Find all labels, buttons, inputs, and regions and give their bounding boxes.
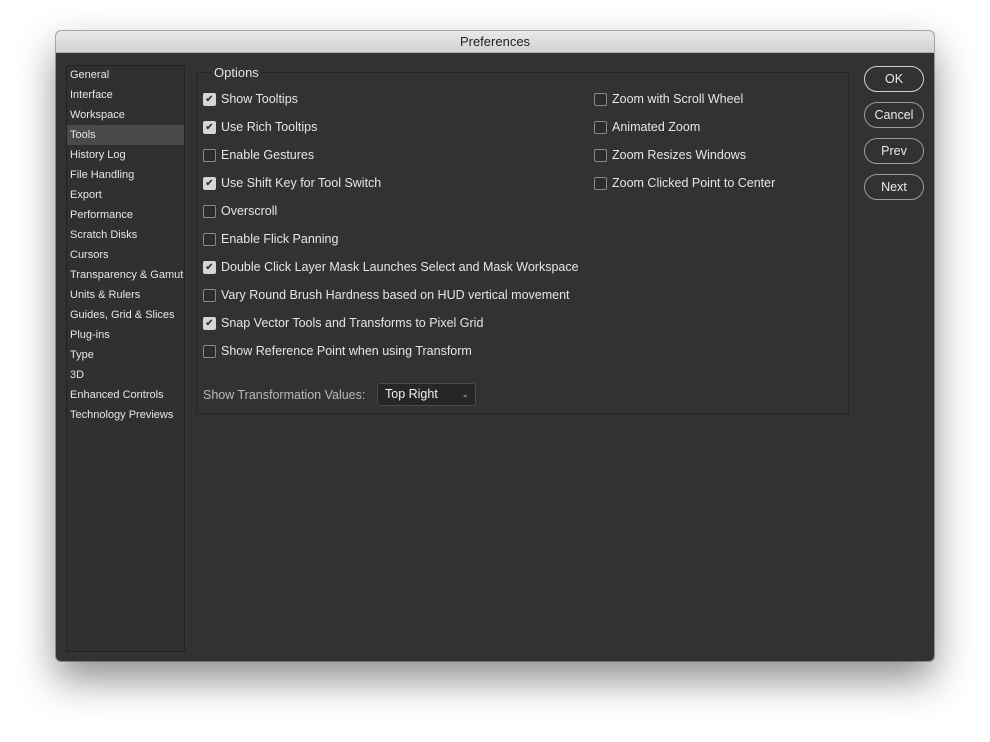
transformation-values-select[interactable]: Top Right ⌄	[377, 383, 476, 406]
select-value: Top Right	[385, 387, 438, 401]
ok-button[interactable]: OK	[864, 66, 924, 92]
checkbox-enable-gestures[interactable]: Enable Gestures	[203, 147, 314, 163]
checkbox-use-shift-key-for-tool-switch[interactable]: ✔ Use Shift Key for Tool Switch	[203, 175, 381, 191]
checkbox-box[interactable]	[594, 176, 607, 190]
checkbox-label: Use Shift Key for Tool Switch	[221, 176, 382, 190]
checkbox-label: Enable Gestures	[221, 148, 315, 162]
checkbox-animated-zoom[interactable]: Animated Zoom	[594, 119, 700, 135]
checkbox-label: Enable Flick Panning	[221, 232, 339, 246]
checkbox-label: Animated Zoom	[612, 120, 701, 134]
sidebar-item-cursors[interactable]: Cursors	[67, 245, 184, 265]
checkbox-label: Use Rich Tooltips	[221, 120, 318, 134]
checkbox-snap-vector-tools-and-transforms-to-pixel-grid[interactable]: ✔ Snap Vector Tools and Transforms to Pix…	[203, 315, 483, 331]
sidebar-item-history-log[interactable]: History Log	[67, 145, 184, 165]
sidebar-item-performance[interactable]: Performance	[67, 205, 184, 225]
sidebar-item-enhanced-controls[interactable]: Enhanced Controls	[67, 385, 184, 405]
checkbox-box[interactable]	[203, 232, 216, 246]
sidebar-item-file-handling[interactable]: File Handling	[67, 165, 184, 185]
sidebar-item-plug-ins[interactable]: Plug-ins	[67, 325, 184, 345]
sidebar-item-tools[interactable]: Tools	[67, 125, 184, 145]
checkmark-icon[interactable]: ✔	[203, 120, 216, 134]
checkbox-label: Zoom Clicked Point to Center	[612, 176, 776, 190]
checkbox-show-reference-point-when-using-transform[interactable]: Show Reference Point when using Transfor…	[203, 343, 472, 359]
checkmark-icon[interactable]: ✔	[203, 92, 216, 106]
checkbox-label: Zoom Resizes Windows	[612, 148, 747, 162]
next-button[interactable]: Next	[864, 174, 924, 200]
checkbox-box[interactable]	[203, 148, 216, 162]
checkbox-overscroll[interactable]: Overscroll	[203, 203, 277, 219]
checkbox-box[interactable]	[594, 148, 607, 162]
checkbox-box[interactable]	[594, 92, 607, 106]
checkbox-label: Show Tooltips	[221, 92, 298, 106]
checkbox-show-tooltips[interactable]: ✔ Show Tooltips	[203, 91, 298, 107]
window-title: Preferences	[56, 31, 934, 53]
sidebar-item-3d[interactable]: 3D	[67, 365, 184, 385]
checkbox-box[interactable]	[203, 204, 216, 218]
prev-button[interactable]: Prev	[864, 138, 924, 164]
checkbox-zoom-clicked-point-to-center[interactable]: Zoom Clicked Point to Center	[594, 175, 775, 191]
checkbox-box[interactable]	[203, 288, 216, 302]
checkbox-zoom-with-scroll-wheel[interactable]: Zoom with Scroll Wheel	[594, 91, 743, 107]
checkbox-box[interactable]	[594, 120, 607, 134]
checkbox-label: Snap Vector Tools and Transforms to Pixe…	[221, 316, 484, 330]
checkmark-icon[interactable]: ✔	[203, 316, 216, 330]
sidebar-item-general[interactable]: General	[67, 65, 184, 85]
checkbox-label: Zoom with Scroll Wheel	[612, 92, 744, 106]
checkmark-icon[interactable]: ✔	[203, 176, 216, 190]
checkbox-double-click-layer-mask-launches-select-and-mask-workspace[interactable]: ✔ Double Click Layer Mask Launches Select…	[203, 259, 579, 275]
sidebar-item-transparency-gamut[interactable]: Transparency & Gamut	[67, 265, 184, 285]
sidebar-item-units-rulers[interactable]: Units & Rulers	[67, 285, 184, 305]
sidebar-item-scratch-disks[interactable]: Scratch Disks	[67, 225, 184, 245]
chevron-down-icon: ⌄	[461, 389, 469, 399]
cancel-button[interactable]: Cancel	[864, 102, 924, 128]
sidebar-item-technology-previews[interactable]: Technology Previews	[67, 405, 184, 425]
checkmark-icon[interactable]: ✔	[203, 260, 216, 274]
checkbox-box[interactable]	[203, 344, 216, 358]
sidebar-item-workspace[interactable]: Workspace	[67, 105, 184, 125]
options-group: Options Show Transformation Values: Top …	[196, 65, 849, 414]
checkbox-label: Double Click Layer Mask Launches Select …	[221, 260, 579, 274]
preferences-dialog: Preferences General Interface Workspace Too…	[56, 31, 934, 661]
options-legend: Options	[211, 65, 262, 80]
sidebar-item-export[interactable]: Export	[67, 185, 184, 205]
sidebar-item-interface[interactable]: Interface	[67, 85, 184, 105]
checkbox-label: Vary Round Brush Hardness based on HUD v…	[221, 288, 570, 302]
sidebar: General Interface Workspace Tools History Lo…	[66, 65, 185, 652]
checkbox-label: Overscroll	[221, 204, 278, 218]
checkbox-use-rich-tooltips[interactable]: ✔ Use Rich Tooltips	[203, 119, 317, 135]
sidebar-item-type[interactable]: Type	[67, 345, 184, 365]
checkbox-vary-round-brush-hardness-based-on-hud-vertical-movement[interactable]: Vary Round Brush Hardness based on HUD v…	[203, 287, 570, 303]
sidebar-item-guides-grid-slices[interactable]: Guides, Grid & Slices	[67, 305, 184, 325]
checkbox-label: Show Reference Point when using Transfor…	[221, 344, 472, 358]
checkbox-enable-flick-panning[interactable]: Enable Flick Panning	[203, 231, 338, 247]
transformation-values-label: Show Transformation Values:	[203, 388, 366, 402]
checkbox-zoom-resizes-windows[interactable]: Zoom Resizes Windows	[594, 147, 746, 163]
